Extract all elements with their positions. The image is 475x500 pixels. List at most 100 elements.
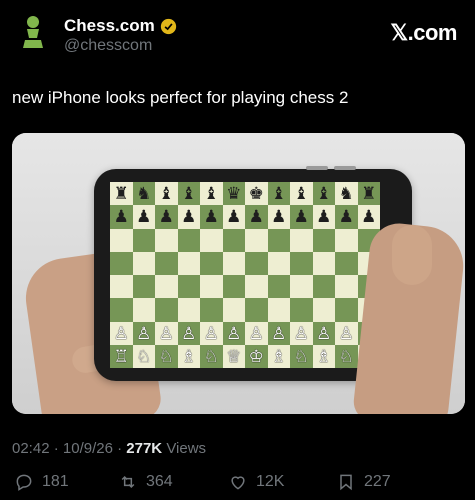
chess-piece-icon[interactable]: ♟ bbox=[136, 208, 151, 225]
board-square[interactable] bbox=[222, 298, 245, 322]
board-square[interactable]: ♟ bbox=[177, 205, 200, 229]
board-square[interactable] bbox=[110, 298, 133, 322]
board-square[interactable] bbox=[177, 298, 200, 322]
chess-piece-icon[interactable]: ♝ bbox=[271, 185, 286, 202]
board-square[interactable]: ♜ bbox=[110, 182, 133, 206]
board-square[interactable] bbox=[132, 228, 155, 252]
board-square[interactable] bbox=[222, 251, 245, 275]
chess-piece-icon[interactable]: ♝ bbox=[204, 185, 219, 202]
board-square[interactable] bbox=[200, 275, 223, 299]
board-square[interactable]: ♙ bbox=[177, 321, 200, 345]
board-square[interactable]: ♝ bbox=[155, 182, 178, 206]
chess-piece-icon[interactable]: ♙ bbox=[204, 325, 219, 342]
board-square[interactable]: ♗ bbox=[312, 344, 335, 368]
board-square[interactable] bbox=[155, 228, 178, 252]
chess-piece-icon[interactable]: ♘ bbox=[159, 348, 174, 365]
chess-piece-icon[interactable]: ♙ bbox=[181, 325, 196, 342]
board-square[interactable] bbox=[155, 298, 178, 322]
board-square[interactable] bbox=[200, 228, 223, 252]
board-square[interactable] bbox=[110, 228, 133, 252]
board-square[interactable] bbox=[200, 251, 223, 275]
board-square[interactable] bbox=[245, 275, 268, 299]
user-handle[interactable]: @chesscom bbox=[64, 37, 152, 55]
board-square[interactable]: ♟ bbox=[335, 205, 358, 229]
chess-piece-icon[interactable]: ♟ bbox=[204, 208, 219, 225]
board-square[interactable] bbox=[132, 298, 155, 322]
board-square[interactable]: ♙ bbox=[132, 321, 155, 345]
avatar[interactable] bbox=[12, 12, 54, 54]
chess-piece-icon[interactable]: ♜ bbox=[361, 185, 376, 202]
chess-piece-icon[interactable]: ♙ bbox=[114, 325, 129, 342]
reply-button[interactable]: 181 bbox=[14, 472, 69, 492]
board-square[interactable] bbox=[290, 228, 313, 252]
board-square[interactable] bbox=[200, 298, 223, 322]
board-square[interactable]: ♙ bbox=[312, 321, 335, 345]
chess-piece-icon[interactable]: ♙ bbox=[339, 325, 354, 342]
board-square[interactable] bbox=[290, 251, 313, 275]
board-square[interactable] bbox=[267, 228, 290, 252]
board-square[interactable] bbox=[335, 298, 358, 322]
board-square[interactable]: ♗ bbox=[267, 344, 290, 368]
chess-piece-icon[interactable]: ♟ bbox=[294, 208, 309, 225]
chess-piece-icon[interactable]: ♔ bbox=[249, 348, 264, 365]
board-square[interactable]: ♙ bbox=[290, 321, 313, 345]
chess-piece-icon[interactable]: ♟ bbox=[361, 208, 376, 225]
chess-piece-icon[interactable]: ♙ bbox=[136, 325, 151, 342]
board-square[interactable]: ♟ bbox=[110, 205, 133, 229]
board-square[interactable]: ♟ bbox=[132, 205, 155, 229]
chess-piece-icon[interactable]: ♘ bbox=[294, 348, 309, 365]
board-square[interactable] bbox=[245, 298, 268, 322]
board-square[interactable]: ♘ bbox=[132, 344, 155, 368]
board-square[interactable]: ♝ bbox=[290, 182, 313, 206]
chess-piece-icon[interactable]: ♞ bbox=[136, 185, 151, 202]
board-square[interactable]: ♙ bbox=[155, 321, 178, 345]
chess-piece-icon[interactable]: ♝ bbox=[294, 185, 309, 202]
chess-piece-icon[interactable]: ♟ bbox=[181, 208, 196, 225]
board-square[interactable]: ♟ bbox=[312, 205, 335, 229]
board-square[interactable] bbox=[245, 228, 268, 252]
board-square[interactable] bbox=[110, 251, 133, 275]
board-square[interactable] bbox=[132, 275, 155, 299]
board-square[interactable] bbox=[267, 251, 290, 275]
chess-piece-icon[interactable]: ♙ bbox=[226, 325, 241, 342]
chess-piece-icon[interactable]: ♚ bbox=[249, 185, 264, 202]
chess-piece-icon[interactable]: ♗ bbox=[271, 348, 286, 365]
chess-piece-icon[interactable]: ♘ bbox=[204, 348, 219, 365]
tweet-media[interactable]: ♜♞♝♝♝♛♚♝♝♝♞♜♟♟♟♟♟♟♟♟♟♟♟♟♙♙♙♙♙♙♙♙♙♙♙♙♖♘♘♗… bbox=[12, 133, 465, 414]
board-square[interactable] bbox=[155, 251, 178, 275]
board-square[interactable]: ♝ bbox=[267, 182, 290, 206]
board-square[interactable] bbox=[312, 251, 335, 275]
board-square[interactable] bbox=[335, 251, 358, 275]
board-square[interactable]: ♘ bbox=[200, 344, 223, 368]
chess-piece-icon[interactable]: ♟ bbox=[159, 208, 174, 225]
board-square[interactable] bbox=[312, 275, 335, 299]
board-square[interactable] bbox=[267, 298, 290, 322]
board-square[interactable]: ♟ bbox=[357, 205, 380, 229]
board-square[interactable]: ♟ bbox=[155, 205, 178, 229]
chess-piece-icon[interactable]: ♝ bbox=[316, 185, 331, 202]
board-square[interactable]: ♜ bbox=[357, 182, 380, 206]
board-square[interactable] bbox=[267, 275, 290, 299]
board-square[interactable] bbox=[222, 228, 245, 252]
chess-piece-icon[interactable]: ♗ bbox=[316, 348, 331, 365]
chess-piece-icon[interactable]: ♟ bbox=[114, 208, 129, 225]
chess-piece-icon[interactable]: ♝ bbox=[181, 185, 196, 202]
like-button[interactable]: 12K bbox=[228, 472, 284, 492]
chess-piece-icon[interactable]: ♟ bbox=[249, 208, 264, 225]
board-square[interactable] bbox=[335, 228, 358, 252]
board-square[interactable] bbox=[290, 298, 313, 322]
chess-piece-icon[interactable]: ♕ bbox=[226, 348, 241, 365]
board-square[interactable] bbox=[245, 251, 268, 275]
board-square[interactable] bbox=[177, 251, 200, 275]
chess-piece-icon[interactable]: ♙ bbox=[294, 325, 309, 342]
board-square[interactable]: ♕ bbox=[222, 344, 245, 368]
chess-piece-icon[interactable]: ♙ bbox=[316, 325, 331, 342]
board-square[interactable] bbox=[312, 228, 335, 252]
board-square[interactable]: ♙ bbox=[110, 321, 133, 345]
board-square[interactable] bbox=[155, 275, 178, 299]
chess-piece-icon[interactable]: ♜ bbox=[114, 185, 129, 202]
board-square[interactable]: ♟ bbox=[245, 205, 268, 229]
board-square[interactable] bbox=[222, 275, 245, 299]
board-square[interactable]: ♝ bbox=[200, 182, 223, 206]
board-square[interactable]: ♟ bbox=[200, 205, 223, 229]
